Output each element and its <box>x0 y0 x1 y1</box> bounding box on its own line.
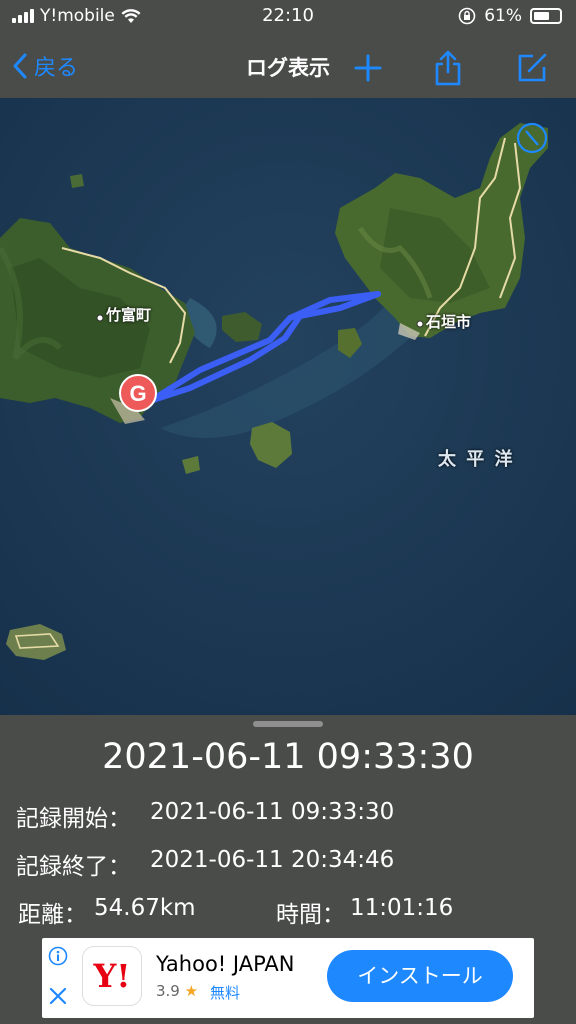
log-datetime-heading: 2021-06-11 09:33:30 <box>102 737 474 777</box>
ad-banner[interactable]: Y! Yahoo! JAPAN 3.9 ★ 無料 インストール <box>42 938 534 1018</box>
battery-icon <box>530 8 562 24</box>
duration-value: 11:01:16 <box>350 895 454 921</box>
map-view[interactable]: G 竹富町 石垣市 太 平 洋 <box>0 98 576 715</box>
goal-marker-label: G <box>129 381 146 406</box>
ad-price: 無料 <box>210 984 241 1002</box>
page-title: ログ表示 <box>246 56 330 80</box>
end-label: 記録終了： <box>16 854 131 880</box>
distance-label: 距離： <box>18 902 87 928</box>
info-icon[interactable] <box>48 946 68 966</box>
battery-percent: 61% <box>484 6 522 26</box>
close-icon[interactable] <box>48 986 68 1006</box>
star-icon: ★ <box>184 982 199 1000</box>
duration-label: 時間： <box>276 902 345 928</box>
status-bar: Y!mobile 22:10 61% <box>0 0 576 36</box>
distance-value: 54.67km <box>94 895 196 921</box>
label-taketomi: 竹富町 <box>106 306 152 324</box>
status-right: 61% <box>458 6 562 26</box>
app-logo: Y! <box>82 946 142 1006</box>
ad-rating-value: 3.9 <box>156 982 180 1000</box>
label-ishigaki: 石垣市 <box>426 313 472 331</box>
start-value: 2021-06-11 09:33:30 <box>150 799 395 825</box>
navigation-bar: 戻る ログ表示 <box>0 36 576 98</box>
back-button[interactable]: 戻る <box>12 50 78 82</box>
end-value: 2021-06-11 20:34:46 <box>150 847 395 873</box>
start-label: 記録開始： <box>16 806 131 832</box>
ad-rating: 3.9 ★ <box>156 982 198 1000</box>
add-button[interactable] <box>348 48 388 88</box>
share-button[interactable] <box>428 48 468 88</box>
ad-app-name: Yahoo! JAPAN <box>156 952 295 976</box>
label-pacific-ocean: 太 平 洋 <box>438 449 515 470</box>
app-logo-text: Y! <box>93 957 131 995</box>
sheet-grabber[interactable] <box>253 721 323 727</box>
edit-button[interactable] <box>512 48 552 88</box>
satellite-map: G <box>0 98 576 715</box>
chevron-left-icon <box>13 53 27 79</box>
battery-fill <box>534 12 549 20</box>
orientation-lock-icon <box>458 7 476 25</box>
install-button[interactable]: インストール <box>327 950 513 1002</box>
compose-icon <box>518 53 547 82</box>
share-icon <box>435 50 461 86</box>
plus-icon <box>354 54 382 82</box>
back-label: 戻る <box>34 56 79 81</box>
